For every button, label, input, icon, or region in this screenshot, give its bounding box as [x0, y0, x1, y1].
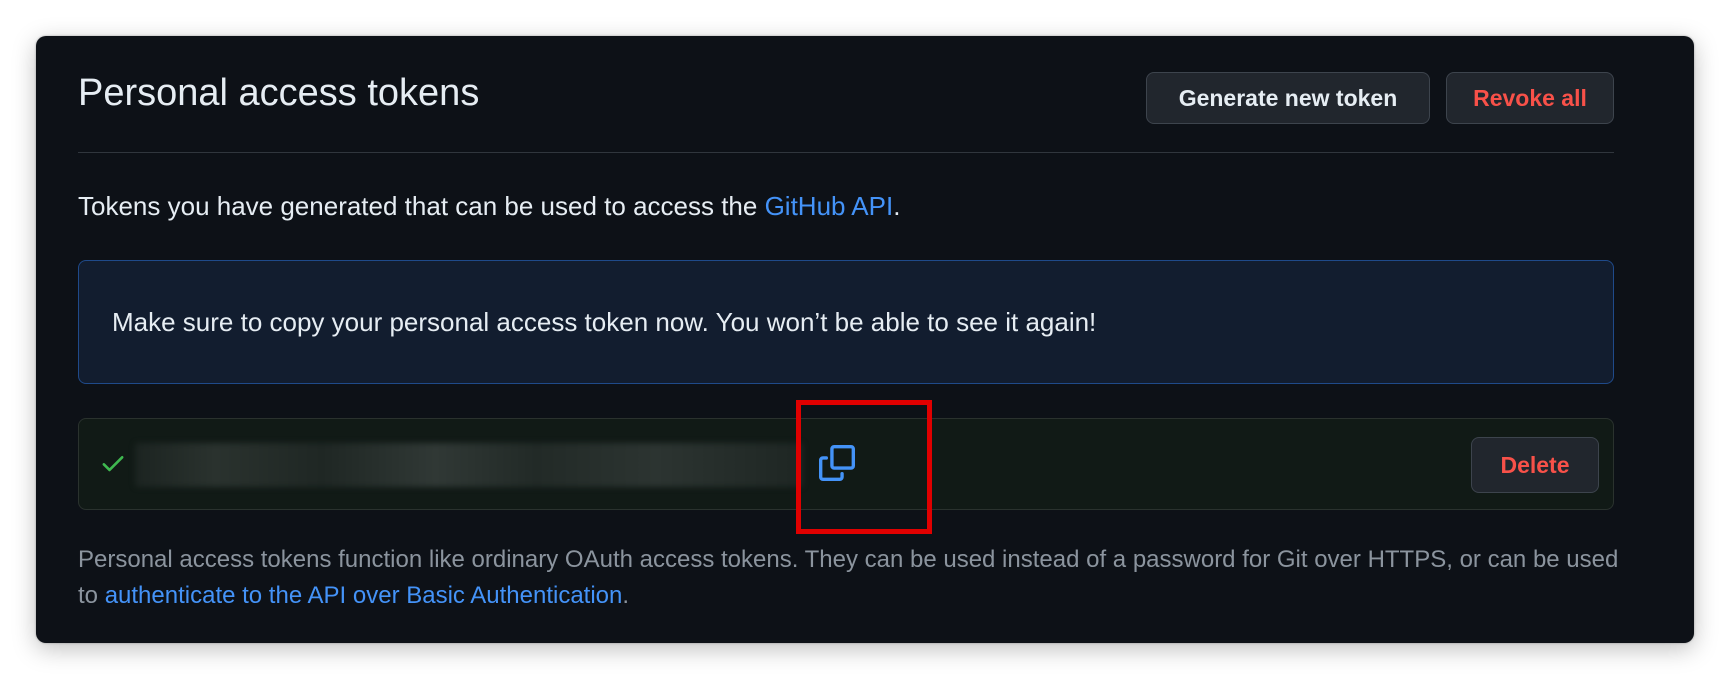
page-title: Personal access tokens: [78, 72, 480, 114]
github-api-link[interactable]: GitHub API: [765, 191, 894, 221]
tokens-description-suffix: .: [893, 191, 901, 221]
copy-token-notice: Make sure to copy your personal access t…: [78, 260, 1614, 384]
copy-icon[interactable]: [819, 445, 855, 481]
tokens-description-prefix: Tokens you have generated that can be us…: [78, 191, 765, 221]
tokens-footnote-suffix: .: [622, 582, 630, 609]
generate-new-token-button[interactable]: Generate new token: [1146, 72, 1430, 124]
new-token-row: Delete: [78, 418, 1614, 510]
basic-auth-link[interactable]: authenticate to the API over Basic Authe…: [105, 582, 623, 609]
revoke-all-button[interactable]: Revoke all: [1446, 72, 1614, 124]
copy-token-notice-text: Make sure to copy your personal access t…: [112, 307, 1097, 337]
tokens-footnote: Personal access tokens function like ord…: [78, 542, 1638, 614]
check-icon: [102, 456, 124, 472]
tokens-description: Tokens you have generated that can be us…: [78, 191, 900, 222]
token-value[interactable]: [135, 443, 803, 487]
delete-token-button[interactable]: Delete: [1471, 437, 1599, 493]
settings-panel: Personal access tokens Generate new toke…: [36, 36, 1694, 643]
